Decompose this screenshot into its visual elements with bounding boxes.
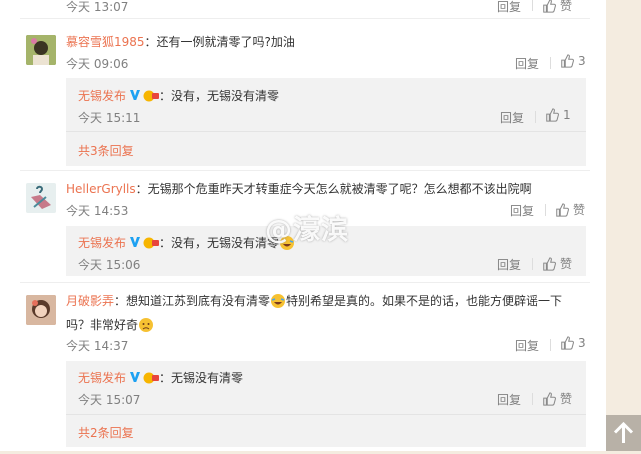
like-label: 赞 <box>560 0 573 13</box>
divider <box>66 414 586 415</box>
reply-button[interactable]: 回复 <box>497 256 521 273</box>
reply-button[interactable]: 回复 <box>500 109 524 126</box>
arrow-up-icon <box>613 421 634 443</box>
reply-username[interactable]: 无锡发布 <box>78 236 126 250</box>
reply-button[interactable]: 回复 <box>515 337 539 354</box>
avatar-image <box>26 295 56 325</box>
thumb-up-icon <box>561 54 574 68</box>
verified-v-icon <box>130 237 141 247</box>
avatar-image <box>26 35 56 65</box>
like-button[interactable]: 赞 <box>555 201 585 218</box>
avatar[interactable] <box>26 295 56 325</box>
more-replies-link[interactable]: 共2条回复 <box>78 424 134 441</box>
like-label: 赞 <box>560 392 573 406</box>
divider <box>20 18 590 19</box>
verified-v-icon <box>130 372 141 382</box>
avatar[interactable] <box>26 35 56 65</box>
reply-username[interactable]: 无锡发布 <box>78 371 126 385</box>
comment-username[interactable]: HellerGrylls <box>66 182 136 196</box>
reply-button[interactable]: 回复 <box>510 202 534 219</box>
like-button[interactable]: 3 <box>560 54 586 68</box>
avatar[interactable] <box>26 183 56 213</box>
thumb-up-icon <box>543 257 556 271</box>
back-to-top-button[interactable] <box>606 415 641 451</box>
comment-text: ：还有一例就清零了吗?加油 <box>144 35 295 49</box>
like-button[interactable]: 赞 <box>542 255 572 272</box>
like-button[interactable]: 1 <box>545 108 571 122</box>
verified-v-icon <box>130 90 141 100</box>
divider <box>550 57 551 69</box>
watermark: @濠滨 <box>265 215 349 246</box>
divider <box>550 339 551 351</box>
like-button[interactable]: 赞 <box>542 390 572 407</box>
thumb-up-icon <box>556 203 569 217</box>
like-button[interactable]: 赞 <box>542 0 572 14</box>
reply-text: ：没有，无锡没有清零 <box>159 236 280 250</box>
comment-text: ：无锡那个危重昨天才转重症今天怎么就被清零了呢？怎么想都不该出院啊 <box>135 182 532 196</box>
thumb-up-icon <box>561 336 574 350</box>
reply-button[interactable]: 回复 <box>515 55 539 72</box>
divider <box>66 131 586 132</box>
like-button[interactable]: 3 <box>560 336 586 350</box>
page-background <box>606 0 641 451</box>
fan-medal-icon <box>143 372 160 384</box>
reply-time: 今天 15:11 <box>78 111 141 125</box>
comment-text-continued: 特别希望是真的。如果不是的话，也能方便辟谣一下 <box>286 294 563 308</box>
reply-text: ：没有，无锡没有清零 <box>159 89 280 103</box>
comment-username[interactable]: 慕容雪狐1985 <box>66 35 145 49</box>
comment-time: 今天 14:53 <box>66 204 129 218</box>
comment-time: 今天 09:06 <box>66 57 129 71</box>
reply-button[interactable]: 回复 <box>497 391 521 408</box>
fan-medal-icon <box>143 237 160 249</box>
divider <box>532 0 533 11</box>
more-replies-link[interactable]: 共3条回复 <box>78 142 134 159</box>
reply-text: ：无锡没有清零 <box>159 371 244 385</box>
thumb-up-icon <box>543 0 556 13</box>
comment-text-line2: 吗？非常好奇 <box>66 318 139 332</box>
reply-time: 今天 15:06 <box>78 258 141 272</box>
like-count: 3 <box>578 336 586 350</box>
divider <box>20 282 590 283</box>
thumb-up-icon <box>546 108 559 122</box>
reply-username[interactable]: 无锡发布 <box>78 89 126 103</box>
reply-button[interactable]: 回复 <box>497 0 521 15</box>
worried-emoji-icon <box>139 318 154 332</box>
comment-text: ：想知道江苏到底有没有清零 <box>114 294 271 308</box>
fan-medal-icon <box>143 90 160 102</box>
reply-time: 今天 15:07 <box>78 393 141 407</box>
like-count: 3 <box>578 54 586 68</box>
divider <box>545 204 546 216</box>
divider <box>20 170 590 171</box>
laugh-cry-emoji-icon <box>271 294 286 308</box>
like-label: 赞 <box>560 257 573 271</box>
comment-time: 今天 13:07 <box>66 0 129 14</box>
comment-time: 今天 14:37 <box>66 339 129 353</box>
divider <box>532 258 533 270</box>
divider <box>532 393 533 405</box>
divider <box>535 111 536 123</box>
like-count: 1 <box>563 108 571 122</box>
avatar-image <box>26 183 56 213</box>
thumb-up-icon <box>543 392 556 406</box>
comment-username[interactable]: 月破影弄 <box>66 294 114 308</box>
like-label: 赞 <box>573 203 586 217</box>
